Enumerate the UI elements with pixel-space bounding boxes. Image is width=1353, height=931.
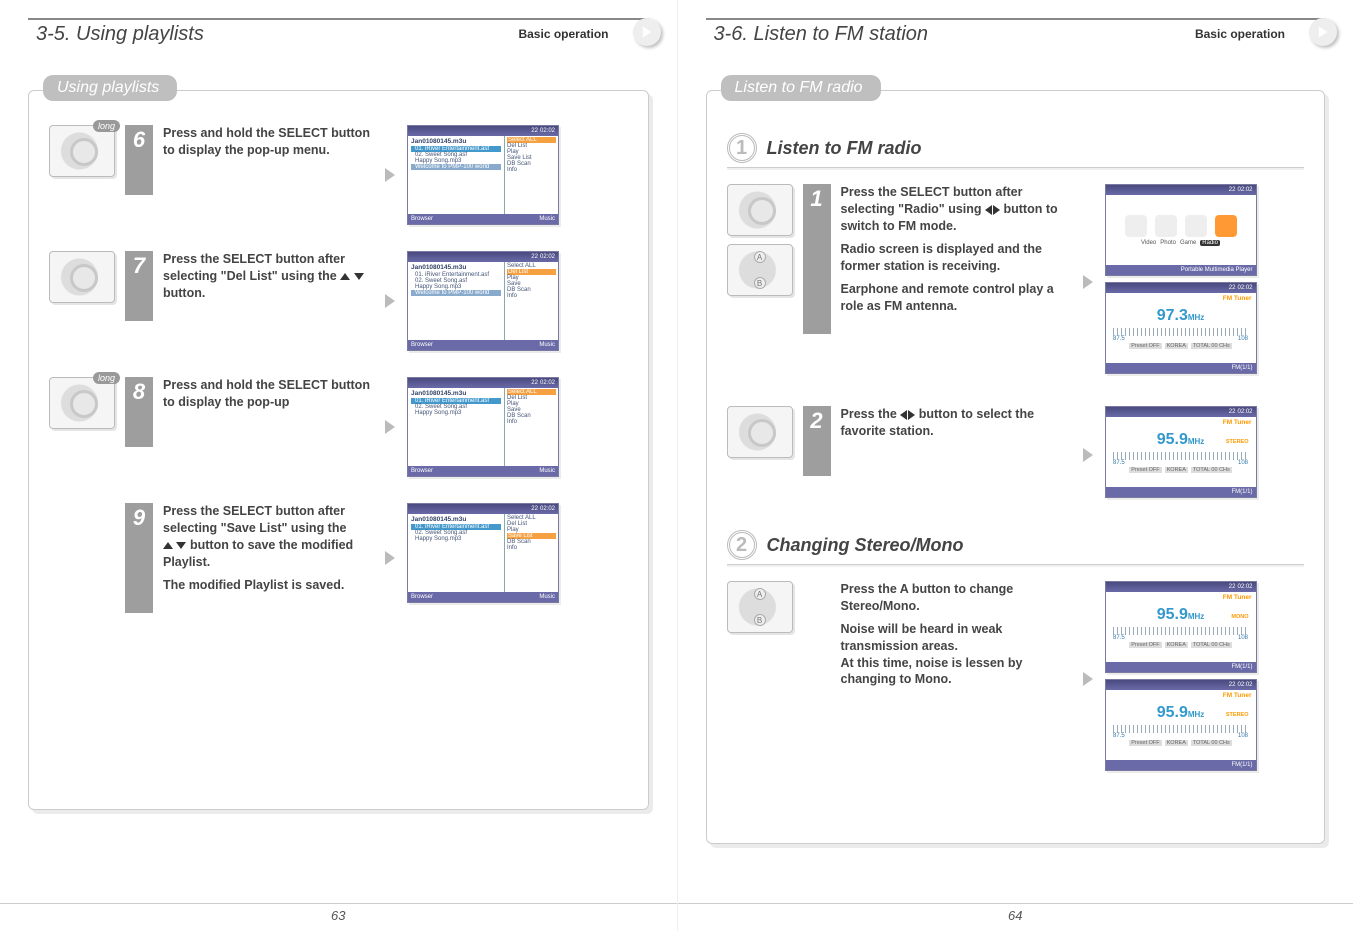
section-1-head: 1 Listen to FM radio xyxy=(727,133,1305,168)
left-header: 3-5. Using playlists Basic operation xyxy=(28,18,649,48)
up-down-icon xyxy=(340,268,363,285)
fm-step-1: A B 1 Press the SELECT button after sele… xyxy=(727,184,1305,380)
right-page: 3-6. Listen to FM station Basic operatio… xyxy=(677,0,1353,931)
device-screenshot: 2202:02 Jan01080145.m3u 01. iRiver Enter… xyxy=(407,251,559,351)
step-number: 7 xyxy=(125,251,153,321)
leads-to-icon xyxy=(1081,406,1095,504)
left-page-number: 63 xyxy=(0,903,677,923)
step-number: 9 xyxy=(125,503,153,613)
right-panel: Listen to FM radio 1 Listen to FM radio … xyxy=(706,90,1326,844)
step-text: Press the button to select the favorite … xyxy=(841,406,1071,440)
popup-menu: Select ALL Del List Play Save List DB Sc… xyxy=(504,136,558,214)
up-down-icon xyxy=(163,537,186,554)
section-2-head: 2 Changing Stereo/Mono xyxy=(727,530,1305,565)
right-panel-tab: Listen to FM radio xyxy=(721,75,881,101)
section-2-title: Changing Stereo/Mono xyxy=(767,535,964,556)
device-screenshot: 2202:02 Jan01080145.m3u 01. iRiver Enter… xyxy=(407,125,559,225)
step-6: long 6 Press and hold the SELECT button … xyxy=(49,125,628,225)
step-9: 9 Press the SELECT button after selectin… xyxy=(49,503,628,613)
step-text: Press and hold the SELECT button to disp… xyxy=(163,125,373,159)
left-panel: Using playlists long 6 Press and hold th… xyxy=(28,90,649,810)
step-number: 8 xyxy=(125,377,153,447)
step-text: Press the SELECT button after selecting … xyxy=(841,184,1071,314)
right-title: 3-6. Listen to FM station xyxy=(706,23,929,46)
step-number: 2 xyxy=(803,406,831,476)
section-circle-icon: 1 xyxy=(727,133,757,163)
right-header: 3-6. Listen to FM station Basic operatio… xyxy=(706,18,1326,48)
device-thumb xyxy=(727,184,793,236)
fm-screenshot: 2202:02 FM Tuner 97.3MHz 87.5108 Preset … xyxy=(1105,282,1257,374)
device-thumb-ab: A B xyxy=(727,244,793,296)
step-number: 6 xyxy=(125,125,153,195)
fm-frequency: 95.9MHz xyxy=(1157,704,1205,722)
left-title: 3-5. Using playlists xyxy=(28,23,204,46)
leads-to-icon xyxy=(1081,581,1095,777)
step-text: Press the A button to change Stereo/Mono… xyxy=(841,581,1071,688)
step-text: Press and hold the SELECT button to disp… xyxy=(163,377,373,411)
fm-screenshot-stereo: 2202:02 FM Tuner STEREO 95.9MHz 87.5108 … xyxy=(1105,679,1257,771)
fm-step-2: 2 Press the button to select the favorit… xyxy=(727,406,1305,504)
device-thumb: long xyxy=(49,377,115,429)
device-thumb: long xyxy=(49,125,115,177)
step-8: long 8 Press and hold the SELECT button … xyxy=(49,377,628,477)
stereo-step: A B Press the A button to change Stereo/… xyxy=(727,581,1305,777)
device-thumb-ab: A B xyxy=(727,581,793,633)
popup-menu: Select ALL Del List Play Save DB Scan In… xyxy=(504,388,558,466)
leads-to-icon xyxy=(1081,184,1095,380)
leads-to-icon xyxy=(383,503,397,613)
device-thumb xyxy=(727,406,793,458)
leads-to-icon xyxy=(383,251,397,351)
device-thumb xyxy=(49,251,115,303)
step-number: 1 xyxy=(803,184,831,334)
long-badge: long xyxy=(93,120,120,132)
device-screenshot: 2202:02 Jan01080145.m3u 01. iRiver Enter… xyxy=(407,503,559,603)
popup-menu: Select ALL Del List Play Save DB Scan In… xyxy=(504,262,558,340)
device-screenshot: 2202:02 Jan01080145.m3u 01. iRiver Enter… xyxy=(407,377,559,477)
fm-frequency: 95.9MHz xyxy=(1157,606,1205,624)
right-op: Basic operation xyxy=(1195,27,1285,41)
fm-frequency: 97.3MHz xyxy=(1157,307,1205,325)
left-right-icon xyxy=(985,201,1000,218)
next-arrow-icon xyxy=(633,18,661,46)
left-page: 3-5. Using playlists Basic operation Usi… xyxy=(0,0,677,931)
fm-screenshot: 2202:02 FM Tuner STEREO 95.9MHz 87.5108 … xyxy=(1105,406,1257,498)
right-page-number: 64 xyxy=(678,903,1353,923)
leads-to-icon xyxy=(383,125,397,225)
left-right-icon xyxy=(900,406,915,423)
long-badge: long xyxy=(93,372,120,384)
section-circle-icon: 2 xyxy=(727,530,757,560)
popup-menu: Select ALL Del List Play Save List DB Sc… xyxy=(504,514,558,592)
fm-screenshot-mono: 2202:02 FM Tuner MONO 95.9MHz 87.5108 Pr… xyxy=(1105,581,1257,673)
step-text: Press the SELECT button after selecting … xyxy=(163,503,373,594)
left-panel-tab: Using playlists xyxy=(43,75,177,101)
fm-frequency: 95.9MHz xyxy=(1157,431,1205,449)
left-op: Basic operation xyxy=(518,27,608,41)
home-screenshot: 2202:02 Video Photo Game Radio Portable … xyxy=(1105,184,1257,276)
section-1-title: Listen to FM radio xyxy=(767,138,922,159)
next-arrow-icon xyxy=(1309,18,1337,46)
step-7: 7 Press the SELECT button after selectin… xyxy=(49,251,628,351)
leads-to-icon xyxy=(383,377,397,477)
step-text: Press the SELECT button after selecting … xyxy=(163,251,373,302)
